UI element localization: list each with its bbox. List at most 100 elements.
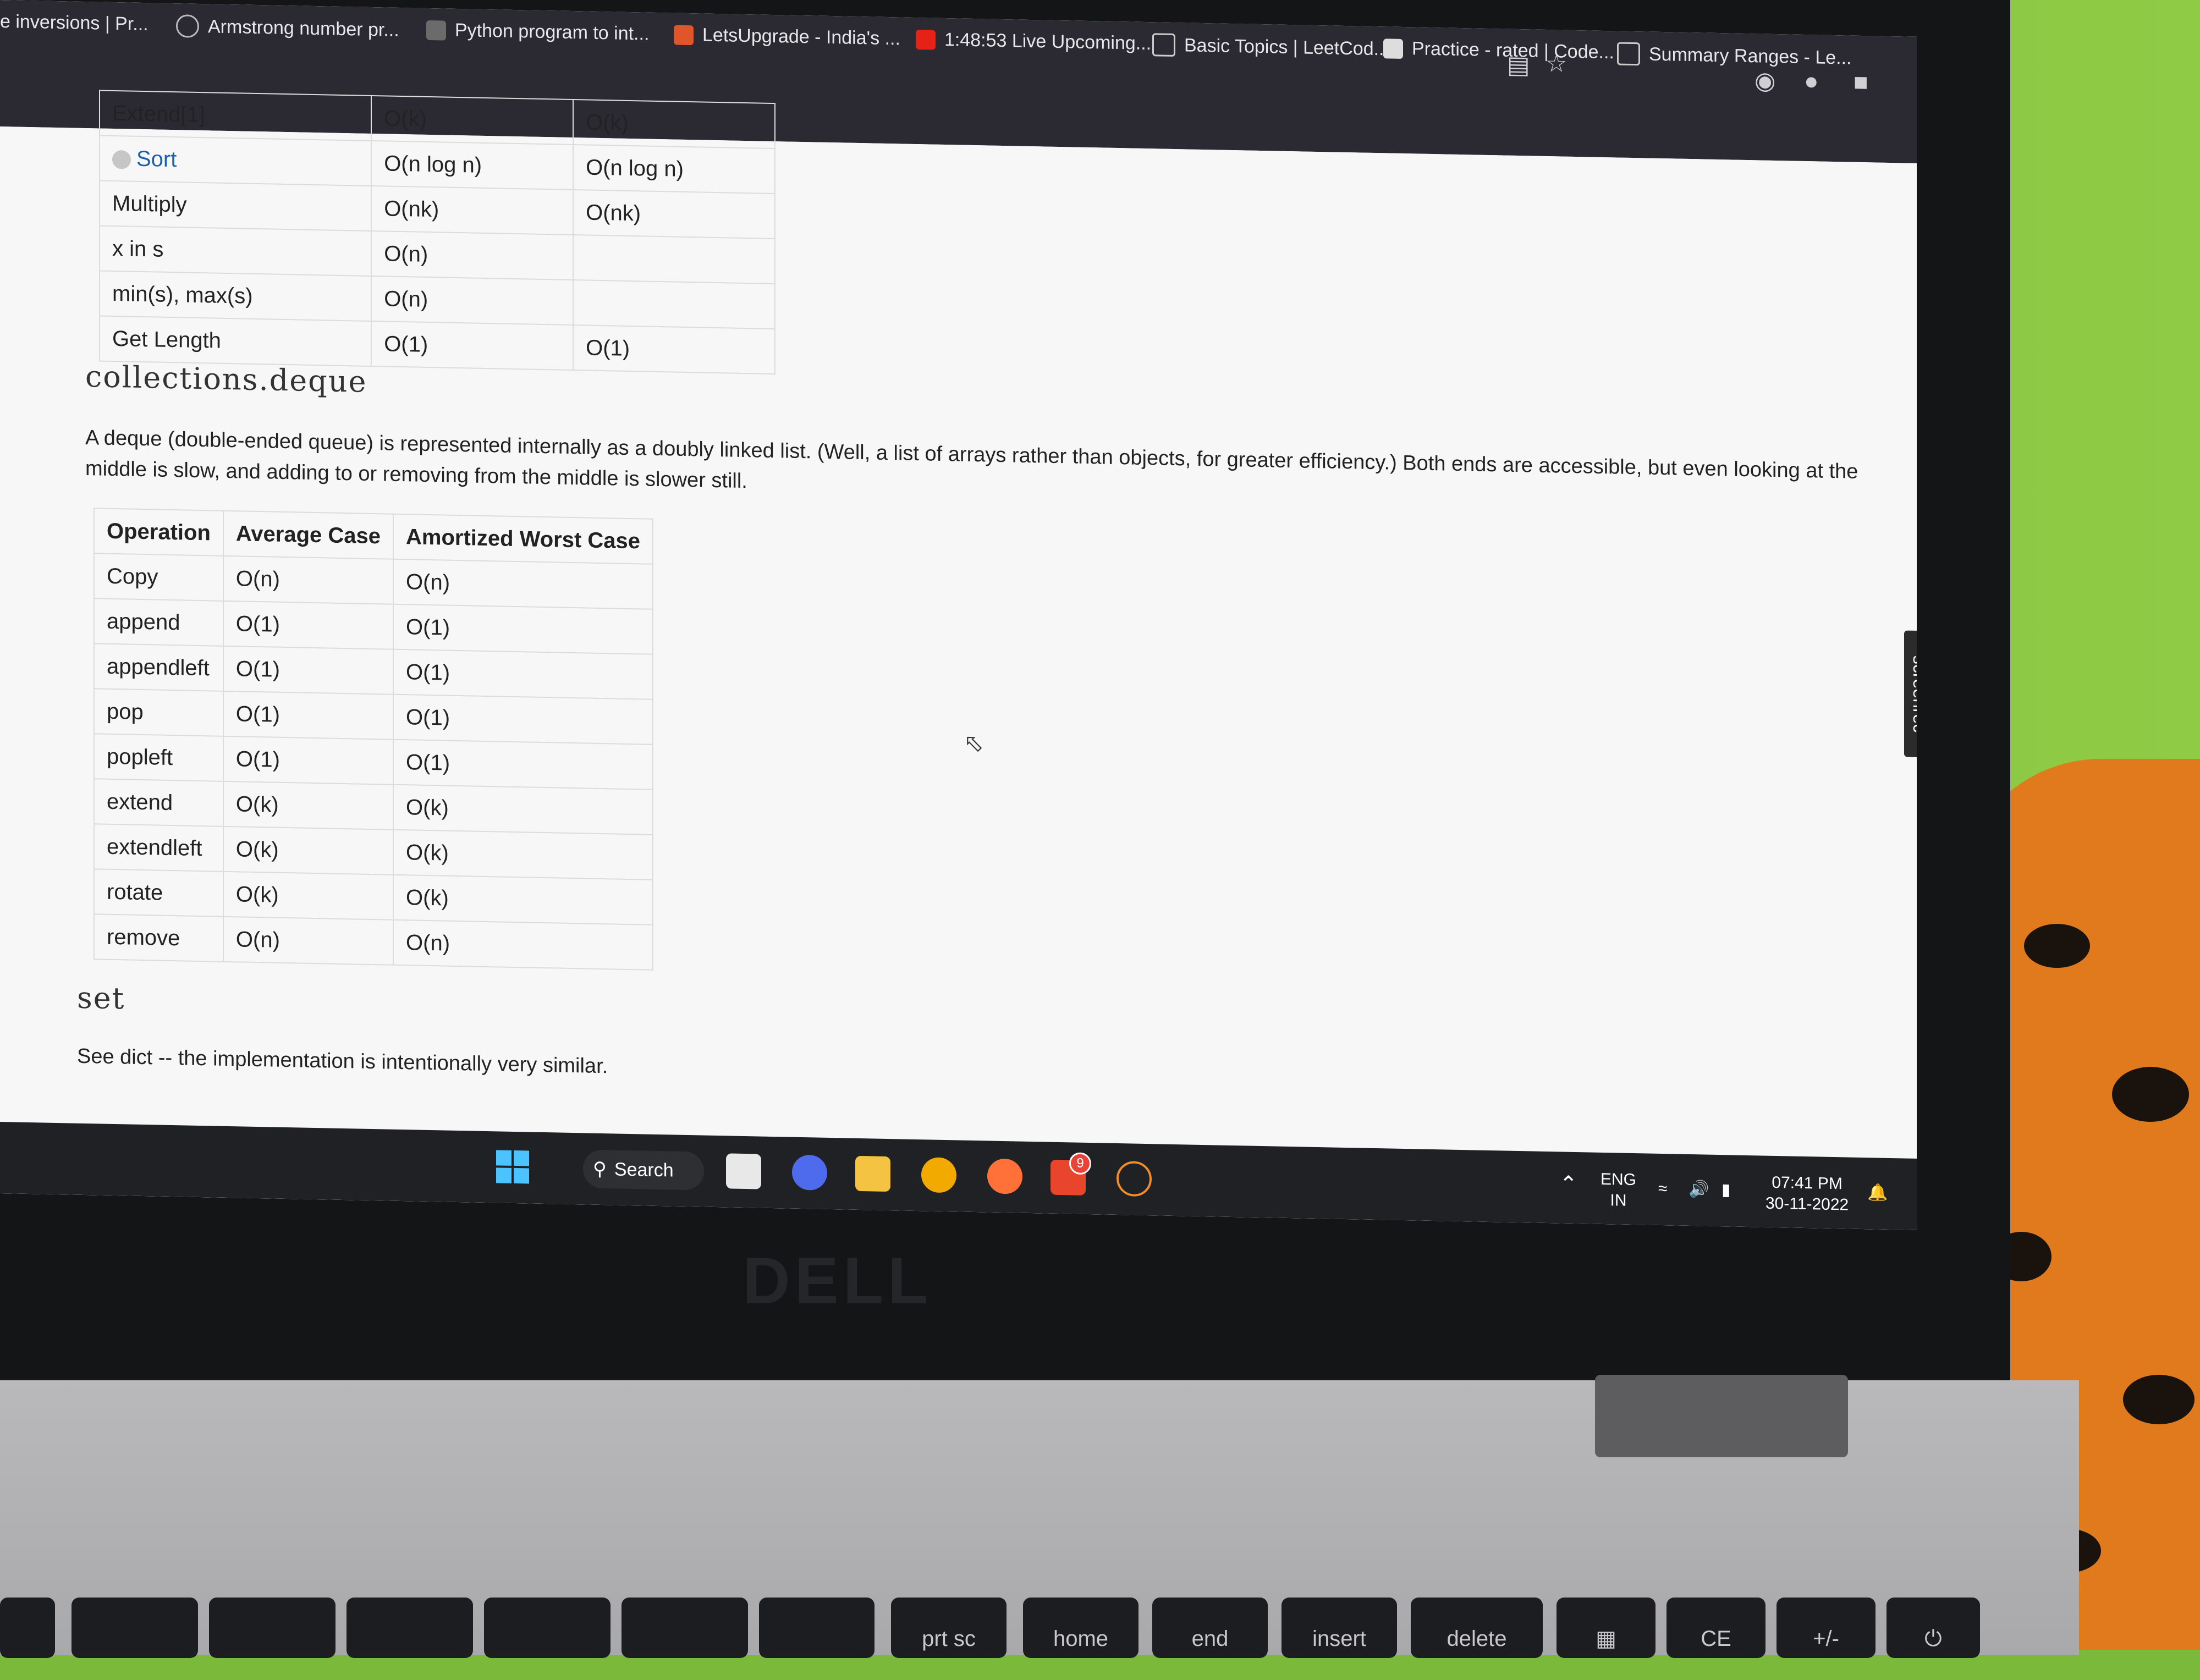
list-complexity-table: Extend[1] O(k) O(k) Sort O(n log n) O(n log n… [99, 90, 776, 374]
column-header-average: Average Case [223, 510, 394, 559]
bookmark-item[interactable]: Summary Ranges - Le... [1617, 42, 1851, 69]
firefox-icon[interactable] [987, 1158, 1022, 1194]
table-cell-worst: O(1) [393, 649, 653, 699]
plus-minus-key: +/- [1777, 1598, 1876, 1658]
search-icon: ⚲ [593, 1158, 607, 1180]
table-cell-avg: O(n) [371, 230, 574, 280]
table-cell-avg: O(1) [223, 601, 394, 649]
table-cell-avg: O(k) [223, 781, 394, 830]
bookmark-label: Armstrong number pr... [208, 15, 399, 41]
language-indicator[interactable]: ENG IN [1601, 1169, 1636, 1211]
table-cell-op: rotate [94, 869, 223, 917]
clock-time: 07:41 PM [1772, 1173, 1843, 1193]
leetcode-icon [1617, 42, 1640, 66]
bookmark-item[interactable]: Armstrong number pr... [176, 14, 399, 42]
table-cell-avg: O(k) [223, 871, 394, 920]
table-cell-op: pop [94, 688, 223, 736]
chevron-up-icon[interactable]: ⌃ [1559, 1172, 1578, 1197]
column-header-operation: Operation [94, 508, 223, 556]
table-cell-worst: O(1) [393, 694, 653, 745]
account-icon[interactable]: ● [1804, 68, 1819, 96]
windows-start-icon[interactable] [495, 1149, 530, 1185]
extension-icon[interactable]: ■ [1854, 69, 1868, 97]
bookmark-item[interactable]: 1:48:53 Live Upcoming... [916, 29, 1151, 54]
table-cell-op: popleft [94, 734, 223, 781]
table-cell-op: appendleft [94, 643, 223, 691]
bookmark-item[interactable]: e inversions | Pr... [0, 11, 148, 35]
clock[interactable]: 07:41 PM 30-11-2022 [1766, 1172, 1849, 1216]
search-label: Search [614, 1158, 674, 1181]
bookmark-item[interactable]: Basic Topics | LeetCod... [1152, 33, 1389, 60]
notification-bell-icon[interactable]: 🔔 [1867, 1182, 1888, 1204]
sync-app-icon[interactable] [1116, 1160, 1152, 1197]
keyboard-key [759, 1598, 875, 1658]
table-cell-op: remove [94, 914, 223, 962]
ce-key: CE [1667, 1598, 1766, 1658]
dell-logo: DELL [743, 1244, 933, 1318]
keyboard-key [622, 1598, 748, 1658]
bookmark-label: e inversions | Pr... [0, 11, 148, 35]
mail-app-icon[interactable]: 9 [1050, 1152, 1091, 1196]
pocket-icon[interactable]: ◉ [1755, 67, 1775, 95]
volume-icon[interactable]: 🔊 [1689, 1179, 1709, 1200]
bookmark-item[interactable]: Python program to int... [426, 19, 649, 45]
table-cell-worst: O(1) [573, 325, 775, 374]
power-key-icon: ⏻ [1887, 1598, 1980, 1658]
table-cell-op: Copy [94, 553, 223, 601]
leetcode-icon [1152, 33, 1175, 57]
file-explorer-icon[interactable] [855, 1155, 890, 1192]
table-cell-worst: O(n) [393, 559, 653, 609]
screenrec-widget[interactable]: screenrec [1904, 630, 1917, 758]
table-cell-op: Extend[1] [100, 90, 372, 141]
table-cell-worst: O(k) [573, 100, 775, 149]
keyboard-key [0, 1598, 55, 1658]
reader-view-icon[interactable]: ▤ [1507, 51, 1530, 80]
language-label: ENG [1601, 1170, 1637, 1189]
table-cell-worst [573, 280, 775, 329]
bookmark-item[interactable]: Practice - rated | Code... [1383, 37, 1614, 63]
globe-icon [176, 14, 199, 38]
table-cell-avg: O(1) [371, 321, 574, 371]
set-description: See dict -- the implementation is intent… [77, 1044, 608, 1078]
laptop-screen: e inversions | Pr... Armstrong number pr… [0, 0, 1917, 1230]
table-cell-avg: O(1) [223, 691, 394, 740]
column-header-worst: Amortized Worst Case [393, 514, 653, 564]
bookmark-item[interactable]: LetsUpgrade - India's ... [674, 24, 900, 50]
end-key: end [1152, 1598, 1268, 1658]
taskbar-search-button[interactable]: ⚲ Search [583, 1149, 704, 1191]
calculator-key-icon: ▦ [1557, 1598, 1656, 1658]
table-cell-avg: O(k) [371, 95, 574, 145]
bookmark-star-icon[interactable]: ☆ [1546, 49, 1567, 78]
table-cell-op: x in s [100, 225, 372, 276]
table-cell-op: append [94, 598, 223, 646]
table-cell-avg: O(n) [223, 555, 394, 604]
letsupgrade-icon [674, 25, 694, 45]
insert-key: insert [1282, 1598, 1397, 1658]
battery-icon[interactable]: ▮ [1722, 1180, 1731, 1200]
keyboard-key [484, 1598, 610, 1658]
table-cell-worst: O(k) [393, 784, 653, 835]
delete-key: delete [1411, 1598, 1543, 1658]
table-cell-worst: O(k) [393, 829, 653, 880]
set-heading: set [77, 980, 125, 1016]
deque-description: A deque (double-ended queue) is represen… [85, 426, 1858, 493]
task-view-icon[interactable] [726, 1153, 761, 1189]
table-cell-worst: O(n log n) [573, 145, 775, 194]
table-cell-avg: O(1) [223, 646, 394, 695]
brave-browser-icon[interactable] [921, 1157, 956, 1193]
table-cell-worst: O(k) [393, 874, 653, 925]
bookmark-label: Python program to int... [455, 19, 650, 45]
deque-heading: collections.deque [85, 359, 367, 399]
clock-date: 30-11-2022 [1766, 1194, 1849, 1214]
keyboard-key [209, 1598, 336, 1658]
table-cell-op: Sort [100, 135, 372, 186]
deque-complexity-table: Operation Average Case Amortized Worst C… [94, 508, 653, 971]
table-cell-avg: O(n log n) [371, 140, 574, 190]
youtube-icon [916, 29, 936, 50]
bookmark-label: Summary Ranges - Le... [1649, 43, 1852, 69]
teams-chat-icon[interactable] [792, 1154, 827, 1191]
mouse-cursor-icon: ⬁ [964, 729, 984, 757]
sort-link[interactable]: Sort [136, 146, 177, 171]
wifi-icon[interactable]: ≈ [1658, 1178, 1667, 1199]
table-cell-avg: O(1) [223, 736, 394, 785]
